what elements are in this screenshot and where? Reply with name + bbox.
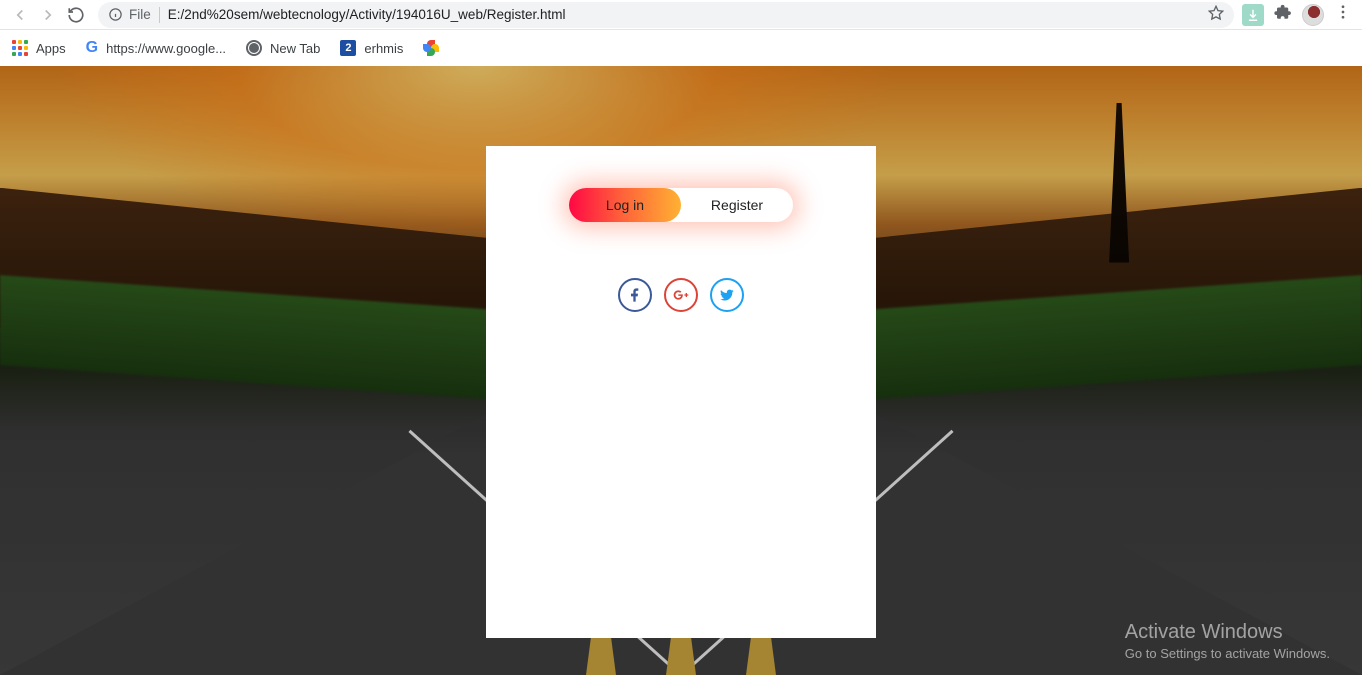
twitter-icon [719,287,735,303]
globe-icon [246,40,262,56]
watermark-subtitle: Go to Settings to activate Windows. [1125,646,1330,661]
register-tab-label: Register [711,197,763,213]
bookmark-photos[interactable] [423,40,439,56]
menu-icon[interactable] [1334,3,1352,26]
photos-icon [423,40,439,56]
apps-shortcut[interactable]: Apps [12,40,66,56]
auth-card: Log in Register [486,146,876,638]
bookmark-erhmis[interactable]: 2 erhmis [340,40,403,56]
back-button[interactable] [6,1,34,29]
url-text: E:/2nd%20sem/webtecnology/Activity/19401… [168,7,1200,22]
login-tab[interactable]: Log in [569,188,681,222]
windows-watermark: Activate Windows Go to Settings to activ… [1125,621,1330,661]
divider [159,7,160,23]
page-viewport: Log in Register Activate Windows Go to S… [0,66,1362,675]
bookmark-erhmis-label: erhmis [364,41,403,56]
profile-avatar[interactable] [1302,4,1324,26]
apps-label: Apps [36,41,66,56]
watermark-title: Activate Windows [1125,621,1330,644]
bookmark-newtab[interactable]: New Tab [246,40,320,56]
facebook-icon [627,287,643,303]
google-plus-login-button[interactable] [664,278,698,312]
bookmark-star-icon[interactable] [1208,5,1224,24]
extension-download-icon[interactable] [1242,4,1264,26]
address-bar[interactable]: File E:/2nd%20sem/webtecnology/Activity/… [98,2,1234,28]
browser-toolbar: File E:/2nd%20sem/webtecnology/Activity/… [0,0,1362,30]
url-scheme-label: File [129,7,151,22]
apps-icon [12,40,28,56]
twitter-login-button[interactable] [710,278,744,312]
login-tab-label: Log in [606,197,644,213]
facebook-login-button[interactable] [618,278,652,312]
bookmarks-bar: Apps G https://www.google... New Tab 2 e… [0,30,1362,66]
extensions-icon[interactable] [1274,3,1292,26]
register-tab[interactable]: Register [681,188,793,222]
google-plus-icon [673,287,689,303]
google-icon: G [86,39,98,57]
toolbar-right [1242,3,1356,26]
reload-button[interactable] [62,1,90,29]
bookmark-google-label: https://www.google... [106,41,226,56]
forward-button[interactable] [34,1,62,29]
auth-toggle: Log in Register [569,188,793,222]
erhmis-icon: 2 [340,40,356,56]
info-icon: File [108,7,151,22]
social-login-row [486,278,876,312]
bookmark-newtab-label: New Tab [270,41,320,56]
bookmark-google[interactable]: G https://www.google... [86,39,226,57]
